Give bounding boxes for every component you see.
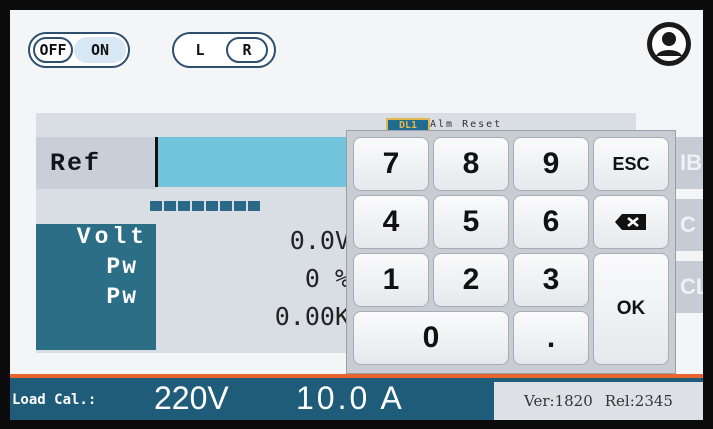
key-2[interactable]: 2	[433, 253, 509, 307]
measurement-labels: Volt Pw Pw	[36, 224, 156, 350]
reference-label: Ref	[36, 137, 156, 189]
key-0[interactable]: 0	[353, 311, 509, 365]
side-button-1[interactable]: IB	[674, 137, 703, 189]
voltage-readout: 220V	[154, 380, 229, 416]
key-5[interactable]: 5	[433, 195, 509, 249]
key-8[interactable]: 8	[433, 137, 509, 191]
user-avatar-icon[interactable]	[647, 22, 691, 66]
power-toggle[interactable]: OFF ON	[28, 32, 130, 68]
backspace-icon	[615, 214, 646, 230]
key-1[interactable]: 1	[353, 253, 429, 307]
side-left-option[interactable]: L	[180, 37, 220, 63]
power-on-option[interactable]: ON	[74, 37, 126, 63]
pw-kilo-value: 0.00K	[274, 302, 350, 331]
key-decimal[interactable]: .	[513, 311, 589, 365]
side-buttons: IB C CL	[674, 137, 703, 323]
measurement-values: 0.0V 0 % 0.00K	[160, 226, 350, 340]
side-button-2[interactable]: C	[674, 199, 703, 251]
volt-value: 0.0V	[289, 226, 350, 255]
ok-key[interactable]: OK	[593, 253, 669, 365]
pw-percent-value: 0 %	[304, 264, 350, 293]
load-cal-label: Load Cal.:	[12, 392, 97, 408]
side-toggle[interactable]: L R	[172, 32, 276, 68]
backspace-key[interactable]	[593, 195, 669, 249]
side-right-option[interactable]: R	[226, 37, 268, 63]
key-3[interactable]: 3	[513, 253, 589, 307]
pw-label-percent: Pw	[106, 254, 138, 280]
status-bar: Load Cal.: 220V 10.0 A Ver:1820 Rel:2345	[10, 374, 703, 420]
aux-label: Alm Reset	[430, 119, 503, 130]
current-readout: 10.0 A	[296, 380, 405, 416]
esc-key[interactable]: ESC	[593, 137, 669, 191]
reference-input[interactable]	[155, 137, 350, 187]
reference-level-bar	[150, 201, 260, 211]
key-4[interactable]: 4	[353, 195, 429, 249]
key-9[interactable]: 9	[513, 137, 589, 191]
version-info: Ver:1820 Rel:2345	[494, 382, 703, 420]
release-text: Rel:2345	[604, 392, 673, 410]
power-off-option[interactable]: OFF	[33, 37, 73, 63]
key-7[interactable]: 7	[353, 137, 429, 191]
volt-label: Volt	[76, 224, 148, 250]
side-button-3[interactable]: CL	[674, 261, 703, 313]
version-text: Ver:1820	[524, 392, 593, 410]
pw-label-kilo: Pw	[106, 284, 138, 310]
device-screen: OFF ON L R DL1 Alm Reset Ref Volt Pw Pw …	[10, 10, 703, 420]
key-6[interactable]: 6	[513, 195, 589, 249]
numeric-keypad: 7 8 9 ESC 4 5 6 1 2 3 OK 0 .	[346, 130, 676, 374]
